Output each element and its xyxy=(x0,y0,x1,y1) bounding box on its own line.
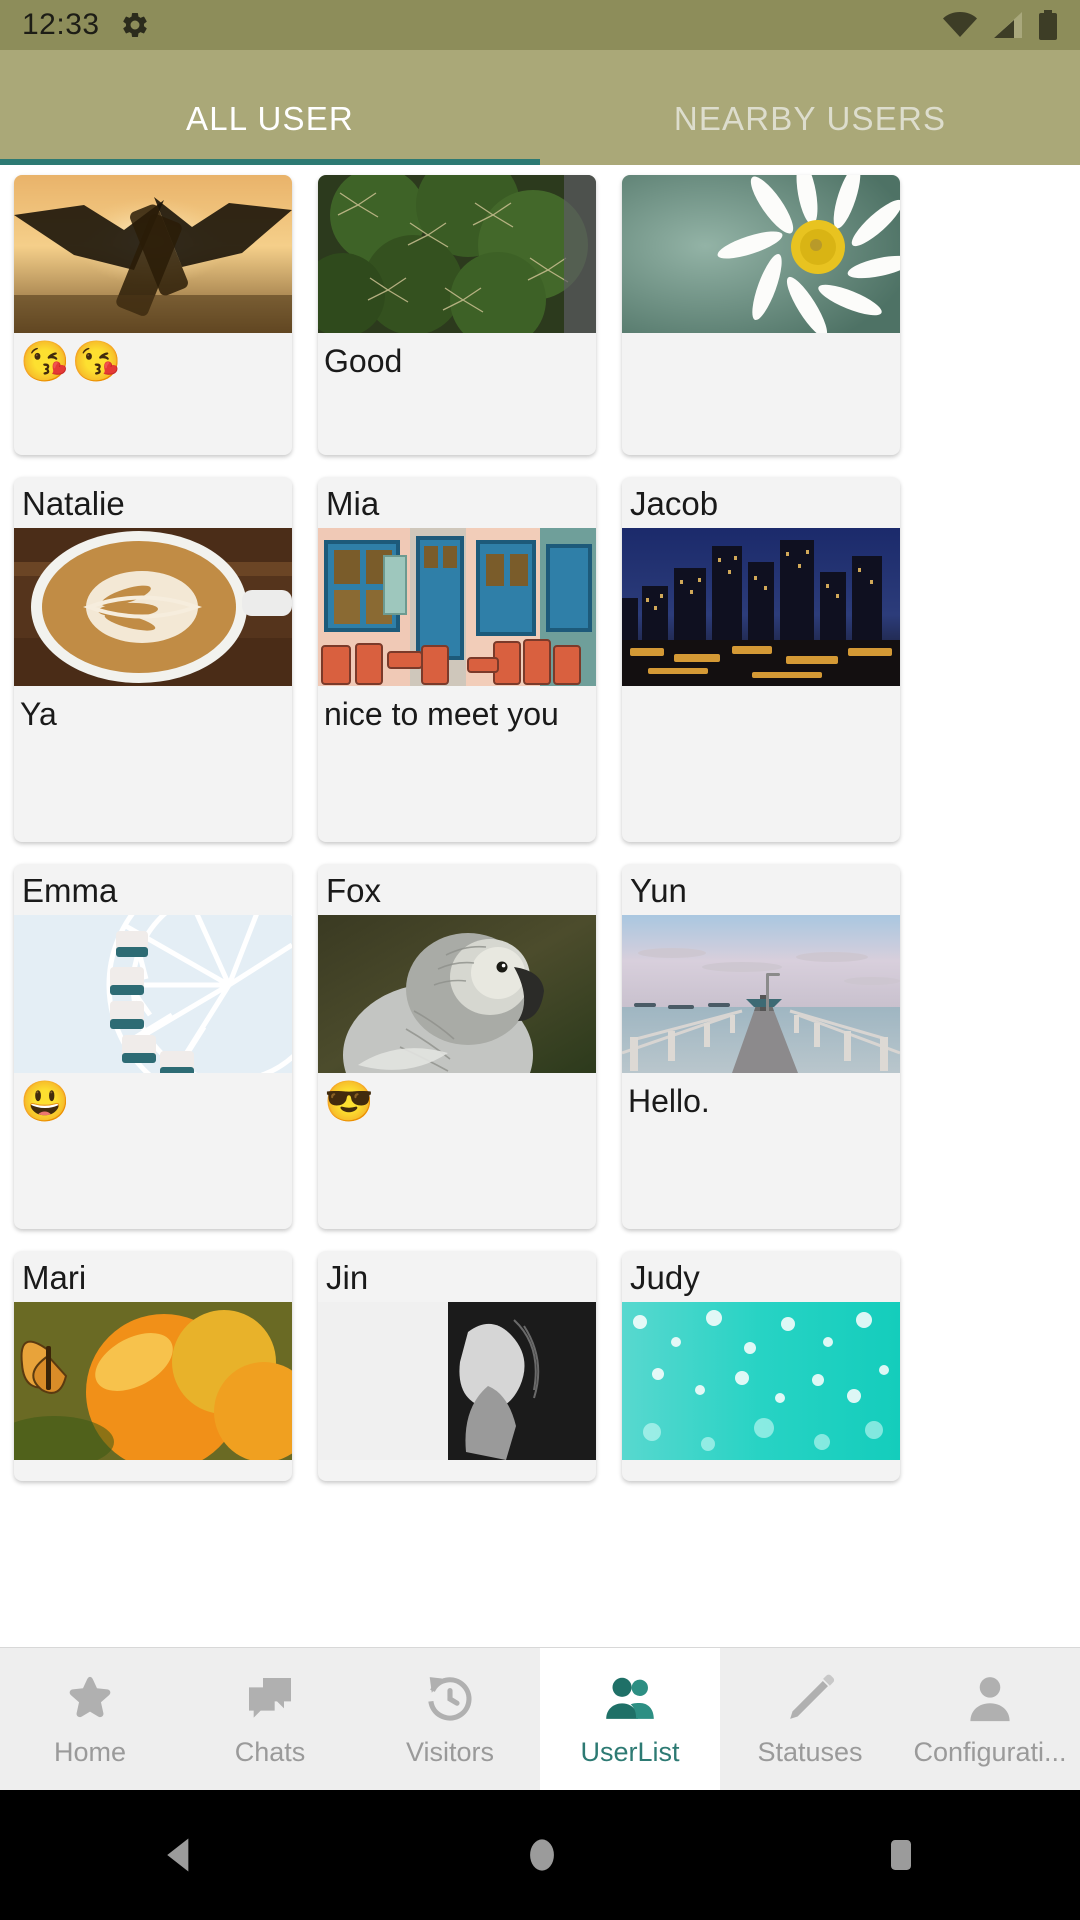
tab-all-user-label: ALL USER xyxy=(186,99,354,137)
user-message xyxy=(622,686,900,698)
nav-item-home[interactable]: Home xyxy=(0,1648,180,1790)
user-photo-butterfly-orange-flower xyxy=(14,1302,292,1460)
nav-item-visitors[interactable]: Visitors xyxy=(360,1648,540,1790)
nav-label-chats: Chats xyxy=(234,1736,306,1767)
people-icon xyxy=(602,1671,658,1727)
star-icon xyxy=(62,1671,118,1727)
user-photo-city-skyline-night xyxy=(622,528,900,686)
pencil-icon xyxy=(782,1671,838,1727)
user-card[interactable]: Judy xyxy=(622,1251,900,1481)
chat-bubbles-icon xyxy=(242,1671,298,1727)
battery-icon xyxy=(1038,10,1058,40)
user-photo-greek-cafe-blue-doors xyxy=(318,528,596,686)
bottom-navigation: Home Chats Visitors UserList Statuses Co… xyxy=(0,1647,1080,1790)
user-card[interactable]: Natalie Ya xyxy=(14,477,292,842)
user-card[interactable]: Yun Hello. xyxy=(622,864,900,1229)
nav-item-chats[interactable]: Chats xyxy=(180,1648,360,1790)
user-name: Mari xyxy=(22,1259,87,1296)
tab-nearby-users[interactable]: NEARBY USERS xyxy=(540,50,1080,165)
user-name: Judy xyxy=(630,1259,700,1296)
tab-all-user[interactable]: ALL USER xyxy=(0,50,540,165)
back-triangle-icon[interactable] xyxy=(159,1833,203,1877)
status-clock: 12:33 xyxy=(22,8,100,41)
user-card[interactable]: Mia nice to meet you xyxy=(318,477,596,842)
user-photo-ocean-pier-sunset xyxy=(622,915,900,1073)
user-message: Hello. xyxy=(628,1083,710,1119)
nav-label-visitors: Visitors xyxy=(405,1736,495,1767)
user-name: Emma xyxy=(22,872,118,909)
user-card[interactable]: Jacob xyxy=(622,477,900,842)
status-bar: 12:33 xyxy=(0,0,1080,50)
user-card[interactable]: Good xyxy=(318,175,596,455)
nav-label-home: Home xyxy=(53,1736,127,1767)
nav-item-statuses[interactable]: Statuses xyxy=(720,1648,900,1790)
person-icon xyxy=(962,1671,1018,1727)
user-photo-black-white-portrait xyxy=(318,1302,596,1460)
user-photo-turquoise-water-droplets xyxy=(622,1302,900,1460)
user-list-scroll-area[interactable]: 😘😘 Good Natalie Ya Mia nice to meet you … xyxy=(0,165,1080,1647)
user-message: nice to meet you xyxy=(324,696,559,732)
recents-square-icon[interactable] xyxy=(881,1835,921,1875)
nav-label-userlist: UserList xyxy=(580,1736,680,1767)
user-photo-white-daisy-flower xyxy=(622,175,900,333)
history-clock-icon xyxy=(422,1671,478,1727)
user-message xyxy=(622,333,900,345)
user-message: Ya xyxy=(20,696,57,732)
cellular-signal-icon xyxy=(992,11,1024,39)
android-system-nav xyxy=(0,1790,1080,1920)
user-card[interactable]: Emma 😃 xyxy=(14,864,292,1229)
tab-bar: ALL USER NEARBY USERS xyxy=(0,50,1080,165)
user-photo-grey-parrot xyxy=(318,915,596,1073)
user-message: Good xyxy=(324,343,403,379)
user-name: Natalie xyxy=(22,485,125,522)
user-message: 😃 xyxy=(20,1080,72,1123)
user-card[interactable]: Fox 😎 xyxy=(318,864,596,1229)
user-card[interactable] xyxy=(622,175,900,455)
status-indicators xyxy=(942,10,1058,40)
user-photo-latte-art-coffee xyxy=(14,528,292,686)
nav-label-configuration: Configurati... xyxy=(913,1736,1067,1767)
user-photo-cactus-closeup xyxy=(318,175,596,333)
user-name: Jin xyxy=(326,1259,369,1296)
nav-label-statuses: Statuses xyxy=(757,1736,863,1767)
user-name: Mia xyxy=(326,485,380,522)
user-message: 😎 xyxy=(324,1080,376,1123)
user-card-grid: 😘😘 Good Natalie Ya Mia nice to meet you … xyxy=(14,175,1066,1481)
user-photo-beer-cheers-sunset xyxy=(14,175,292,333)
user-name: Yun xyxy=(630,872,687,909)
user-message: 😘😘 xyxy=(20,340,124,383)
nav-item-userlist[interactable]: UserList xyxy=(540,1648,720,1790)
home-circle-icon[interactable] xyxy=(520,1833,564,1877)
app-screen: 12:33 ALL USER NEARBY USERS 😘😘 Good Nata… xyxy=(0,0,1080,1920)
user-name: Fox xyxy=(326,872,382,909)
user-card[interactable]: Mari xyxy=(14,1251,292,1481)
gear-icon xyxy=(120,10,150,40)
user-name: Jacob xyxy=(630,485,719,522)
user-card[interactable]: Jin xyxy=(318,1251,596,1481)
tab-nearby-users-label: NEARBY USERS xyxy=(673,99,947,137)
wifi-icon xyxy=(942,11,978,39)
user-photo-ferris-wheel xyxy=(14,915,292,1073)
user-card[interactable]: 😘😘 xyxy=(14,175,292,455)
nav-item-configuration[interactable]: Configurati... xyxy=(900,1648,1080,1790)
